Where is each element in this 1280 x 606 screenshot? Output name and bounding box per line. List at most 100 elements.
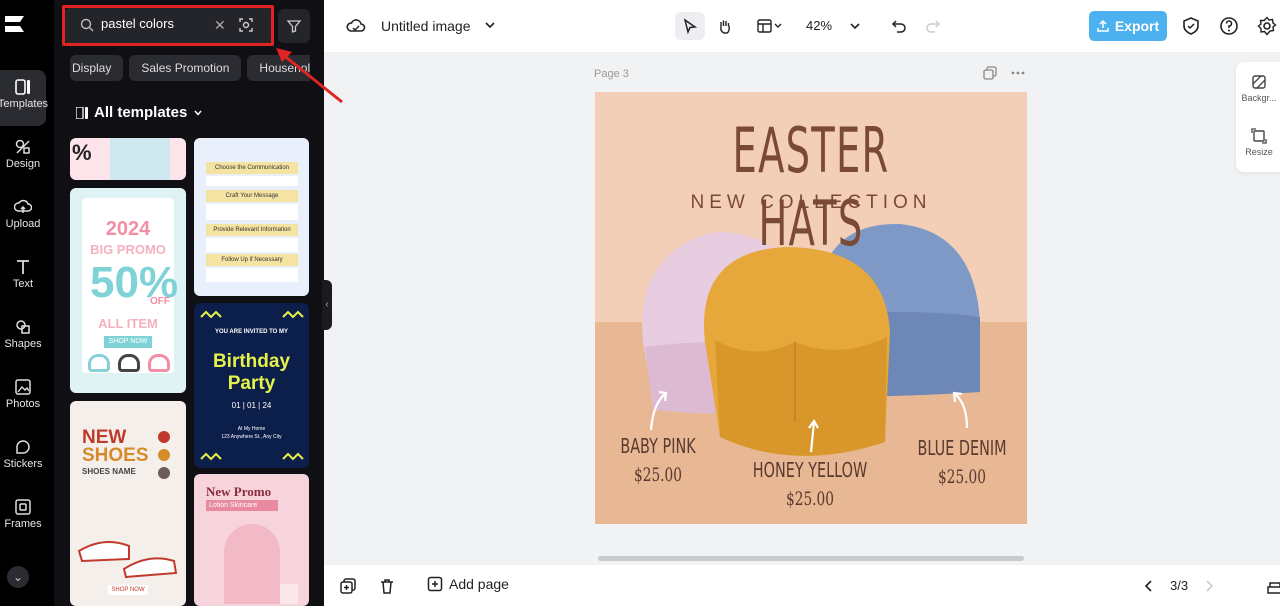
capcut-logo-icon[interactable] <box>0 10 36 42</box>
design-canvas[interactable]: EASTER HATS NEW COLLECTION BABY PINK $25… <box>595 92 1027 524</box>
background-tool[interactable]: Backgr... <box>1236 74 1280 103</box>
thumb-text: BIG PROMO <box>90 242 166 257</box>
thumb-text: ALL ITEM <box>98 316 158 331</box>
rail-item-photos[interactable]: Photos <box>0 370 46 426</box>
design-title[interactable]: EASTER HATS <box>677 114 945 260</box>
resize-label: Resize <box>1245 147 1273 157</box>
template-thumb-communication-steps[interactable]: Choose the Communication Method Craft Yo… <box>194 138 309 296</box>
duplicate-page-icon[interactable] <box>983 66 997 80</box>
rail-item-upload[interactable]: Upload <box>0 190 46 246</box>
export-icon <box>1097 20 1109 32</box>
rail-label: Frames <box>4 518 42 530</box>
search-icon <box>80 18 94 32</box>
thumb-text: SHOES NAME <box>82 467 136 476</box>
design-label-baby-pink[interactable]: BABY PINK $25.00 <box>611 434 705 486</box>
design-icon <box>15 139 30 154</box>
rail-label: Design <box>5 158 41 170</box>
settings-gear-icon[interactable] <box>1257 16 1277 36</box>
help-icon[interactable] <box>1219 16 1239 36</box>
select-tool-button[interactable] <box>675 12 705 40</box>
filter-icon <box>286 20 302 33</box>
redo-icon <box>926 20 941 33</box>
hand-tool-button[interactable] <box>710 12 740 40</box>
filter-button[interactable] <box>278 9 310 43</box>
search-input[interactable] <box>101 16 211 31</box>
thumb-text: Birthday <box>212 351 291 372</box>
all-templates-dropdown[interactable]: All templates <box>76 104 203 121</box>
duplicate-icon[interactable] <box>339 577 357 595</box>
design-item-price: $25.00 <box>786 488 834 510</box>
more-options-icon[interactable] <box>1011 66 1025 80</box>
previous-page-icon[interactable] <box>1144 579 1154 592</box>
page-counter: 3/3 <box>1170 578 1189 593</box>
thumb-text: SHOES <box>82 445 149 466</box>
panel-collapse-handle[interactable]: ‹ <box>322 280 332 330</box>
redo-button[interactable] <box>918 12 948 40</box>
template-thumb-big-promo[interactable]: 2024 BIG PROMO 50% OFF ALL ITEM SHOP NOW <box>70 188 186 393</box>
design-label-honey-yellow[interactable]: HONEY YELLOW $25.00 <box>749 458 871 510</box>
layout-icon <box>757 19 782 33</box>
left-rail: Templates Design Upload Text Shapes Phot… <box>0 0 54 606</box>
rail-item-frames[interactable]: Frames <box>0 490 46 546</box>
cloud-sync-icon[interactable] <box>346 16 366 36</box>
trash-icon[interactable] <box>378 577 396 595</box>
right-tools-panel: Backgr... Resize <box>1236 62 1280 172</box>
document-title[interactable]: Untitled image <box>381 18 471 34</box>
template-thumb-new-shoes[interactable]: NEW SHOES SHOES NAME SHOP NOW <box>70 401 186 606</box>
thumb-text: Lotion Skincare <box>206 500 278 511</box>
next-page-icon[interactable] <box>1204 579 1214 592</box>
resize-icon <box>1251 128 1267 144</box>
undo-button[interactable] <box>884 12 914 40</box>
thumb-text: 123 Anywhere St., Any City <box>221 434 282 440</box>
pages-panel-icon[interactable] <box>1266 577 1280 595</box>
thumb-text: Choose the Communication Method <box>206 162 298 183</box>
rail-label: Stickers <box>3 458 43 470</box>
design-item-name: BABY PINK <box>620 434 696 458</box>
chevron-down-icon[interactable] <box>484 19 496 31</box>
shield-icon[interactable] <box>1181 16 1201 36</box>
thumb-text: New Promo <box>206 484 272 499</box>
background-icon <box>1252 75 1266 89</box>
expand-chevron-icon[interactable]: ⌄ <box>7 566 29 588</box>
layout-tool-button[interactable] <box>750 12 790 40</box>
template-thumb-new-promo-lotion[interactable]: New Promo Lotion Skincare <box>194 474 309 606</box>
design-item-price: $25.00 <box>634 464 682 486</box>
template-thumb-birthday-party[interactable]: YOU ARE INVITED TO MY Birthday Party 01 … <box>194 303 309 468</box>
export-button[interactable]: Export <box>1089 11 1167 41</box>
rail-item-design[interactable]: Design <box>0 130 46 186</box>
rail-label: Shapes <box>4 338 42 350</box>
thumb-text: 2024 <box>105 218 151 240</box>
template-thumb-top-left[interactable]: % <box>70 138 186 180</box>
zoom-dropdown-button[interactable] <box>840 12 870 40</box>
design-item-name: HONEY YELLOW <box>752 458 868 482</box>
all-templates-label: All templates <box>94 104 188 121</box>
rail-item-shapes[interactable]: Shapes <box>0 310 46 366</box>
rail-item-templates[interactable]: Templates <box>0 70 48 126</box>
clear-search-icon[interactable]: ✕ <box>214 17 226 34</box>
rail-label: Templates <box>0 98 49 110</box>
add-page-icon <box>427 576 443 592</box>
chip-sales-promotion[interactable]: Sales Promotion <box>129 55 242 81</box>
design-subtitle[interactable]: NEW COLLECTION <box>595 192 1027 214</box>
chevron-down-icon <box>194 110 202 116</box>
zoom-level[interactable]: 42% <box>806 18 832 33</box>
text-icon <box>17 260 29 274</box>
thumb-text: Party <box>227 373 276 394</box>
design-label-blue-denim[interactable]: BLUE DENIM $25.00 <box>915 436 1009 488</box>
horizontal-scrollbar[interactable] <box>598 556 1024 561</box>
resize-tool[interactable]: Resize <box>1236 128 1280 157</box>
thumb-text: OFF <box>150 296 170 307</box>
background-label: Backgr... <box>1241 93 1277 103</box>
thumb-text: % <box>72 140 92 165</box>
thumb-text: 01 | 01 | 24 <box>231 401 272 410</box>
rail-label: Text <box>12 278 34 290</box>
chip-display[interactable]: Display <box>70 55 124 81</box>
rail-item-stickers[interactable]: Stickers <box>0 430 46 486</box>
add-page-button[interactable]: Add page <box>427 576 509 592</box>
undo-icon <box>891 20 906 33</box>
chevron-down-icon <box>850 23 860 30</box>
image-search-icon[interactable] <box>238 17 254 33</box>
top-toolbar: Untitled image 42% Export <box>324 0 1280 52</box>
design-item-name: BLUE DENIM <box>917 436 1007 460</box>
rail-item-text[interactable]: Text <box>0 250 46 306</box>
